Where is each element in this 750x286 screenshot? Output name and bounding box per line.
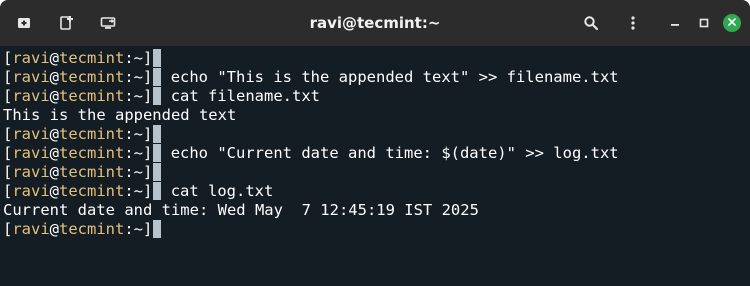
prompt-host: tecmint — [59, 49, 125, 67]
prompt-line: [ravi@tecmint:~] cat log.txt — [3, 182, 750, 201]
split-terminal-icon — [58, 15, 74, 31]
prompt-path: :~ — [124, 144, 144, 162]
output-line: Current date and time: Wed May 7 12:45:1… — [3, 201, 750, 220]
command-text: echo "This is the appended text" >> file… — [161, 68, 619, 86]
prompt-path: :~ — [124, 68, 144, 86]
prompt-user: ravi — [12, 220, 50, 238]
minimize-button[interactable] — [661, 9, 689, 37]
prompt-close-bracket: ] — [143, 49, 153, 67]
prompt-line: [ravi@tecmint:~] echo "Current date and … — [3, 144, 750, 163]
prompt-line: [ravi@tecmint:~] — [3, 49, 750, 68]
output-text: Current date and time: Wed May 7 12:45:1… — [3, 201, 479, 219]
close-button[interactable] — [723, 14, 741, 32]
minimize-icon — [667, 15, 683, 31]
title-bar: ravi@tecmint:~ — [0, 0, 750, 46]
prompt-path: :~ — [124, 49, 144, 67]
prompt-host: tecmint — [59, 220, 125, 238]
prompt-close-bracket: ] — [143, 87, 153, 105]
prompt-host: tecmint — [59, 125, 125, 143]
prompt-path: :~ — [124, 87, 144, 105]
broadcast-button[interactable] — [94, 9, 122, 37]
prompt-at: @ — [49, 220, 60, 238]
prompt-path: :~ — [124, 182, 144, 200]
prompt-at: @ — [49, 125, 60, 143]
terminal-window: ravi@tecmint:~ [ravi@tecmint:~] [ravi@te… — [0, 0, 750, 286]
cursor-block — [153, 125, 162, 143]
command-text: cat log.txt — [161, 182, 274, 200]
prompt-close-bracket: ] — [143, 68, 153, 86]
menu-button[interactable] — [619, 9, 647, 37]
command-text: cat filename.txt — [161, 87, 320, 105]
prompt-open-bracket: [ — [3, 68, 13, 86]
prompt-path: :~ — [124, 220, 144, 238]
cursor-block — [153, 220, 162, 238]
prompt-at: @ — [49, 68, 60, 86]
prompt-line: [ravi@tecmint:~] echo "This is the appen… — [3, 68, 750, 87]
prompt-at: @ — [49, 163, 60, 181]
prompt-close-bracket: ] — [143, 144, 153, 162]
prompt-user: ravi — [12, 182, 50, 200]
prompt-host: tecmint — [59, 87, 125, 105]
prompt-open-bracket: [ — [3, 144, 13, 162]
prompt-close-bracket: ] — [143, 220, 153, 238]
new-tab-icon — [16, 15, 32, 31]
terminal-output[interactable]: [ravi@tecmint:~] [ravi@tecmint:~] echo "T… — [0, 46, 750, 286]
prompt-open-bracket: [ — [3, 182, 13, 200]
prompt-host: tecmint — [59, 163, 125, 181]
prompt-open-bracket: [ — [3, 49, 13, 67]
prompt-open-bracket: [ — [3, 125, 13, 143]
prompt-open-bracket: [ — [3, 220, 13, 238]
prompt-user: ravi — [12, 125, 50, 143]
prompt-line: [ravi@tecmint:~] — [3, 220, 750, 239]
prompt-close-bracket: ] — [143, 182, 153, 200]
prompt-user: ravi — [12, 49, 50, 67]
prompt-user: ravi — [12, 68, 50, 86]
prompt-user: ravi — [12, 87, 50, 105]
prompt-close-bracket: ] — [143, 163, 153, 181]
prompt-host: tecmint — [59, 144, 125, 162]
prompt-at: @ — [49, 182, 60, 200]
prompt-at: @ — [49, 144, 60, 162]
prompt-close-bracket: ] — [143, 125, 153, 143]
prompt-open-bracket: [ — [3, 87, 13, 105]
prompt-line: [ravi@tecmint:~] — [3, 125, 750, 144]
prompt-line: [ravi@tecmint:~] — [3, 163, 750, 182]
prompt-path: :~ — [124, 125, 144, 143]
prompt-path: :~ — [124, 163, 144, 181]
command-text: echo "Current date and time: $(date)" >>… — [161, 144, 619, 162]
prompt-at: @ — [49, 87, 60, 105]
prompt-user: ravi — [12, 144, 50, 162]
cursor-block — [153, 49, 162, 67]
output-text: This is the appended text — [3, 106, 237, 124]
search-button[interactable] — [577, 9, 605, 37]
search-icon — [583, 15, 599, 31]
prompt-user: ravi — [12, 163, 50, 181]
prompt-open-bracket: [ — [3, 163, 13, 181]
new-tab-button[interactable] — [10, 9, 38, 37]
prompt-line: [ravi@tecmint:~] cat filename.txt — [3, 87, 750, 106]
menu-icon — [625, 15, 641, 31]
broadcast-icon — [100, 15, 116, 31]
prompt-at: @ — [49, 49, 60, 67]
maximize-icon — [696, 15, 712, 31]
output-line: This is the appended text — [3, 106, 750, 125]
maximize-button[interactable] — [690, 9, 718, 37]
cursor-block — [153, 163, 162, 181]
prompt-host: tecmint — [59, 182, 125, 200]
prompt-host: tecmint — [59, 68, 125, 86]
split-terminal-button[interactable] — [52, 9, 80, 37]
close-icon — [727, 14, 737, 32]
